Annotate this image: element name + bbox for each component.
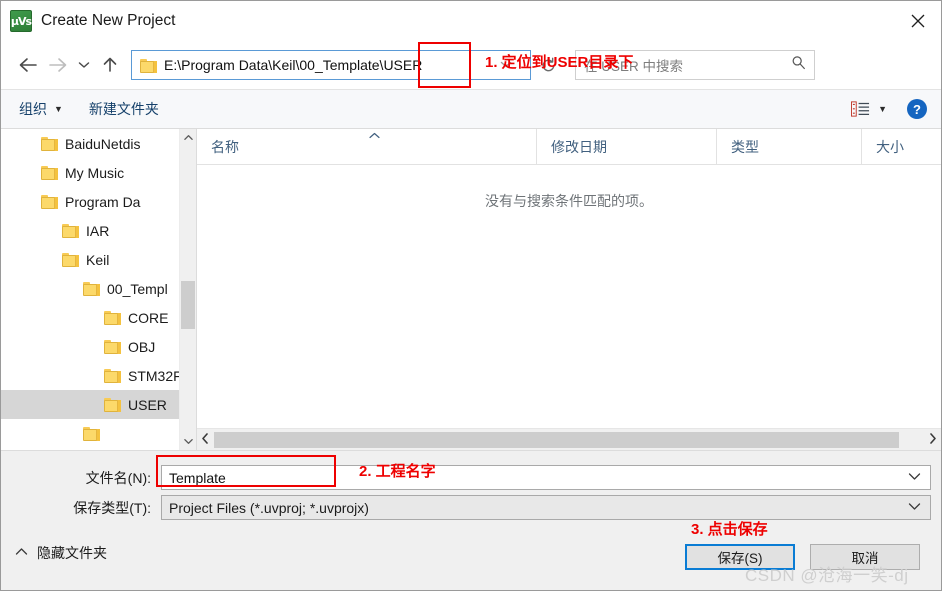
folder-icon (104, 397, 121, 412)
tree-item-label: Program Da (65, 193, 141, 210)
new-folder-button[interactable]: 新建文件夹 (89, 99, 159, 119)
file-name-label: 文件名(N): (85, 469, 151, 486)
file-type-value: Project Files (*.uvproj; *.uvprojx) (169, 499, 369, 516)
folder-icon (62, 252, 79, 267)
folder-icon (41, 136, 58, 151)
scroll-up-arrow-icon[interactable] (180, 129, 196, 146)
tree-item-label: CORE (128, 309, 169, 326)
command-bar-right-group: ▼ ? (851, 99, 931, 119)
folder-tree-list: BaiduNetdis My Music Program Da IAR Keil 00_T… (1, 129, 179, 450)
empty-list-message: 没有与搜索条件匹配的项。 (197, 165, 941, 428)
file-type-row: 保存类型(T): Project Files (*.uvproj; *.uvpr… (1, 495, 931, 520)
folder-icon (41, 165, 58, 180)
column-header-name[interactable]: 名称 (197, 128, 537, 165)
folder-tree-pane: BaiduNetdis My Music Program Da IAR Keil 00_T… (1, 129, 197, 450)
tree-item-label: 00_Templ (107, 280, 168, 297)
tree-item-label: Keil (86, 251, 110, 268)
file-list-horizontal-scrollbar[interactable] (197, 428, 941, 450)
annotation-3: 3. 点击保存 (691, 521, 768, 538)
hide-folders-label: 隐藏文件夹 (37, 545, 107, 561)
folder-icon (140, 58, 157, 73)
folder-icon (104, 339, 121, 354)
chevron-up-icon (15, 547, 28, 559)
recent-locations-chevron-icon[interactable] (73, 50, 95, 80)
folder-icon (104, 310, 121, 325)
annotation-box-1 (418, 42, 471, 88)
empty-list-message-text: 没有与搜索条件匹配的项。 (485, 193, 653, 209)
tree-item-label: My Music (65, 164, 125, 181)
annotation-2: 2. 工程名字 (359, 463, 436, 480)
tree-item-obj[interactable]: OBJ (1, 332, 179, 361)
app-icon-glyph: µVs (10, 14, 32, 28)
tree-item-label: IAR (86, 222, 110, 239)
tree-item-label: STM32F (128, 367, 179, 384)
navigation-bar: E:\Program Data\Keil\00_Template\USER 在 … (1, 41, 941, 89)
column-header-date[interactable]: 修改日期 (537, 128, 717, 165)
up-button[interactable] (95, 50, 125, 80)
file-list-column-header: 名称 修改日期 类型 大小 (197, 128, 942, 165)
chevron-down-icon: ▼ (878, 104, 887, 114)
tree-item-keil[interactable]: Keil (1, 245, 179, 274)
column-header-type-label: 类型 (731, 138, 759, 155)
file-type-label: 保存类型(T): (73, 499, 151, 516)
folder-icon (83, 426, 100, 441)
back-button[interactable] (13, 50, 43, 80)
tree-item-baidunetdis[interactable]: BaiduNetdis (1, 129, 179, 158)
help-icon[interactable]: ? (907, 99, 927, 119)
scroll-down-arrow-icon[interactable] (180, 433, 196, 450)
sort-ascending-icon (369, 131, 380, 142)
scroll-right-arrow-icon[interactable] (925, 432, 941, 447)
file-type-select[interactable]: Project Files (*.uvproj; *.uvprojx) (161, 495, 931, 520)
file-list-pane: 名称 修改日期 类型 大小 没有与搜索条件匹配的项。 (197, 128, 942, 450)
tree-item-00-templ[interactable]: 00_Templ (1, 274, 179, 303)
folder-icon (62, 223, 79, 238)
tree-item-label: OBJ (128, 338, 156, 355)
new-folder-label: 新建文件夹 (88, 101, 159, 117)
column-header-date-label: 修改日期 (551, 138, 607, 155)
hide-folders-toggle[interactable]: 隐藏文件夹 (15, 543, 107, 563)
column-header-type[interactable]: 类型 (717, 128, 862, 165)
create-new-project-dialog: µVs Create New Project E:\Program Data\K… (0, 0, 942, 591)
tree-item-program-da[interactable]: Program Da (1, 187, 179, 216)
keil-uvision-icon: µVs (10, 10, 32, 32)
forward-button[interactable] (43, 50, 73, 80)
address-bar[interactable]: E:\Program Data\Keil\00_Template\USER (131, 50, 531, 80)
folder-icon (41, 194, 58, 209)
view-layout-icon[interactable]: ▼ (851, 101, 887, 117)
scroll-left-arrow-icon[interactable] (197, 432, 213, 447)
tree-scrollbar-thumb[interactable] (181, 281, 195, 329)
tree-item-my-music[interactable]: My Music (1, 158, 179, 187)
watermark: CSDN @沧海一笑-dj (745, 566, 909, 585)
column-header-name-label: 名称 (211, 138, 239, 155)
column-header-size[interactable]: 大小 (862, 129, 942, 165)
close-icon[interactable] (895, 1, 941, 41)
file-list-scrollbar-thumb[interactable] (214, 431, 899, 448)
window-title: Create New Project (41, 12, 176, 30)
annotation-1: 1. 定位到USER目录下 (485, 54, 634, 71)
tree-vertical-scrollbar[interactable] (179, 129, 196, 450)
search-icon (791, 55, 806, 75)
tree-item-label: USER (128, 396, 167, 413)
tree-item-core[interactable]: CORE (1, 303, 179, 332)
column-header-size-label: 大小 (876, 138, 904, 155)
tree-item-user[interactable]: USER (1, 390, 179, 419)
tree-item-label: BaiduNetdis (65, 135, 141, 152)
chevron-down-icon: ▼ (54, 104, 63, 114)
annotation-box-2 (156, 455, 336, 487)
organize-button[interactable]: 组织 ▼ (19, 99, 63, 119)
tree-item-partial[interactable] (1, 419, 179, 448)
main-content: BaiduNetdis My Music Program Da IAR Keil 00_T… (1, 128, 942, 450)
folder-icon (83, 281, 100, 296)
file-name-row: 文件名(N): Template (1, 465, 931, 490)
folder-icon (104, 368, 121, 383)
chevron-down-icon[interactable] (908, 472, 921, 484)
title-bar: µVs Create New Project (1, 1, 941, 41)
chevron-down-icon[interactable] (908, 502, 921, 514)
organize-label: 组织 (19, 101, 47, 117)
command-bar: 组织 ▼ 新建文件夹 ▼ ? (1, 89, 941, 129)
address-path-text: E:\Program Data\Keil\00_Template\USER (164, 57, 423, 73)
tree-item-iar[interactable]: IAR (1, 216, 179, 245)
tree-item-stm32f[interactable]: STM32F (1, 361, 179, 390)
